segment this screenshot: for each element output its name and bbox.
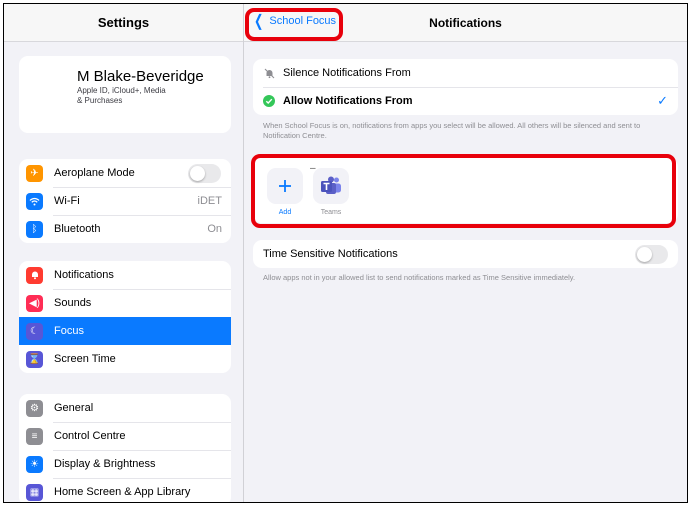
sidebar-item-label: Display & Brightness [54,458,156,470]
sidebar-item-sounds[interactable]: ◀) Sounds [19,289,231,317]
checkmark-circle-icon [263,95,275,107]
sidebar-item-label: General [54,402,94,414]
apple-id-profile[interactable]: M Blake-Beveridge Apple ID, iCloud+, Med… [19,56,231,133]
sidebar-item-home-screen[interactable]: ▦ Home Screen & App Library [19,478,231,502]
sidebar-item-label: Notifications [54,269,114,281]
sidebar-item-wifi[interactable]: Wi-Fi iDET [19,187,231,215]
time-sensitive-label: Time Sensitive Notifications [263,248,398,260]
sidebar-item-bluetooth[interactable]: ᛒ Bluetooth On [19,215,231,243]
notifications-pane: ❮ School Focus Notifications Silence Not… [244,4,687,502]
sidebar-item-label: Aeroplane Mode [54,167,135,179]
sidebar-item-screen-time[interactable]: ⌛ Screen Time [19,345,231,373]
sidebar-item-label: Screen Time [54,353,116,365]
moon-icon: ☾ [26,322,43,340]
wifi-icon [26,192,43,210]
notification-mode-card: Silence Notifications From Allow Notific… [253,59,678,115]
teams-icon: – [310,163,349,204]
profile-subtitle-2: & Purchases [77,96,123,105]
app-label: Teams [320,209,342,216]
sidebar-item-label: Control Centre [54,430,126,442]
profile-subtitle-1: Apple ID, iCloud+, Media [77,86,166,95]
allowed-apps-card: Add – Teams [253,158,678,223]
nav-bar: ❮ School Focus Notifications [244,4,687,42]
aeroplane-mode-toggle[interactable] [188,163,221,183]
sidebar-item-focus[interactable]: ☾ Focus [19,317,231,345]
grid-icon: ▦ [26,483,43,501]
bluetooth-value: On [207,223,222,235]
time-sensitive-row: Time Sensitive Notifications [253,240,678,268]
settings-window: Settings M Blake-Beveridge Apple ID, iCl… [3,3,688,503]
sidebar-item-label: Focus [54,325,84,337]
profile-name: M Blake-Beveridge [77,68,204,85]
allow-label: Allow Notifications From [283,95,413,107]
sidebar-item-notifications[interactable]: Notifications [19,261,231,289]
sidebar-item-display-brightness[interactable]: ☀ Display & Brightness [19,450,231,478]
allow-footnote: When School Focus is on, notifications f… [263,121,641,140]
silence-label: Silence Notifications From [283,67,411,79]
bell-slash-icon [263,67,275,79]
hourglass-icon: ⌛ [26,350,43,368]
sidebar-item-label: Wi-Fi [54,195,80,207]
app-teams[interactable]: – Teams [310,163,349,216]
plus-icon [267,168,303,204]
remove-app-icon[interactable]: – [310,163,316,174]
time-sensitive-toggle[interactable] [635,244,668,264]
airplane-icon: ✈ [26,164,43,182]
add-app-button[interactable]: Add [267,168,303,216]
sidebar-item-label: Sounds [54,297,92,309]
sidebar-item-control-centre[interactable]: ≡ Control Centre [19,422,231,450]
page-title: Notifications [429,16,502,30]
add-app-label: Add [278,209,292,216]
general-group: ⚙ General ≡ Control Centre ☀ Display & B… [19,394,231,502]
sidebar: Settings M Blake-Beveridge Apple ID, iCl… [4,4,244,502]
sun-icon: ☀ [26,455,43,473]
notifications-group: Notifications ◀) Sounds ☾ Focus ⌛ Screen… [19,261,231,373]
sliders-icon: ≡ [26,427,43,445]
time-sensitive-card: Time Sensitive Notifications [253,240,678,268]
allow-notifications-option[interactable]: Allow Notifications From ✓ [253,87,678,115]
bluetooth-icon: ᛒ [26,220,43,238]
bell-icon [26,266,43,284]
speaker-icon: ◀) [26,294,43,312]
sidebar-item-general[interactable]: ⚙ General [19,394,231,422]
gear-icon: ⚙ [26,399,43,417]
silence-notifications-option[interactable]: Silence Notifications From [253,59,678,87]
sidebar-item-aeroplane-mode[interactable]: ✈ Aeroplane Mode [19,159,231,187]
sidebar-title: Settings [4,4,243,42]
time-sensitive-footnote: Allow apps not in your allowed list to s… [263,273,576,282]
checkmark-icon: ✓ [657,93,668,108]
wifi-network-value: iDET [197,195,222,207]
toggle-knob [637,246,652,262]
sidebar-item-label: Bluetooth [54,223,101,235]
sidebar-item-label: Home Screen & App Library [54,486,191,498]
toggle-knob [190,165,205,181]
connectivity-group: ✈ Aeroplane Mode Wi-Fi iDET ᛒ Bluetooth … [19,159,231,243]
